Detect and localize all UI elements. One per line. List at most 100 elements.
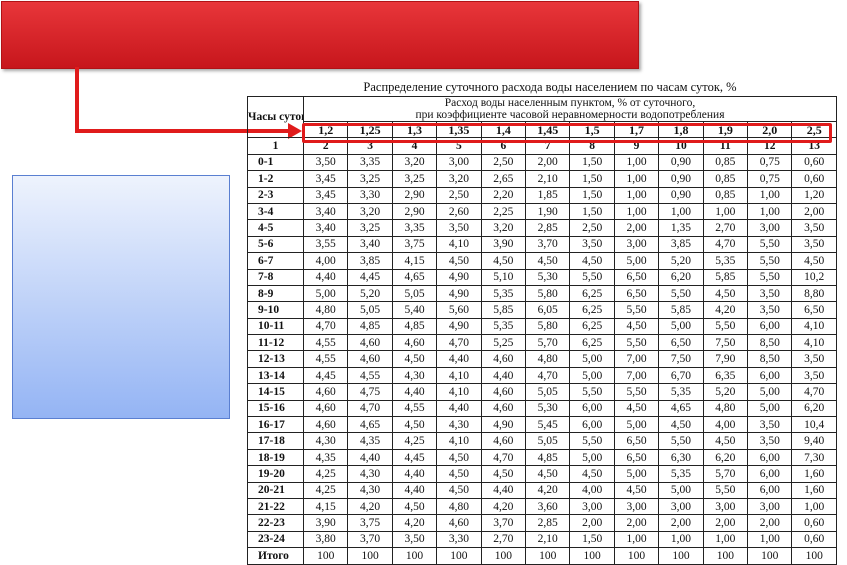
table-row: 15-16 4,60 4,70 4,55 4,40 4,60 5,30 6,00 4,50 4,6… xyxy=(247,399,837,418)
table-row: 1-2 3,45 3,25 3,25 3,20 2,65 2,10 1,50 1,00 0,90 0… xyxy=(247,170,837,188)
value-cell: 100 xyxy=(791,547,837,565)
value-cell: 0,85 xyxy=(702,170,749,188)
value-cell: 5,30 xyxy=(525,399,571,418)
value-cell: 4,30 xyxy=(347,481,393,499)
value-cell: 3,50 xyxy=(302,153,349,172)
coefficient-cell: 2,0 xyxy=(747,120,793,139)
value-cell: 4,30 xyxy=(436,416,482,434)
value-cell: 4,70 xyxy=(436,334,482,352)
value-cell: 5,00 xyxy=(613,252,660,270)
value-cell: 3,20 xyxy=(480,219,527,237)
table-row: 13-14 4,45 4,55 4,30 4,10 4,40 4,70 5,00 7,00 6,7… xyxy=(247,366,837,385)
value-cell: 5,80 xyxy=(525,284,571,303)
consumption-header-line1: Расход воды населенным пунктом, % от сут… xyxy=(444,97,696,110)
value-cell: 5,20 xyxy=(702,383,749,401)
value-cell: 2,00 xyxy=(613,219,660,237)
value-cell: 5,50 xyxy=(569,432,615,450)
column-number-cell: 13 xyxy=(791,137,837,155)
table-row: 4-5 3,40 3,25 3,35 3,50 3,20 2,85 2,50 2,00 1,35 2… xyxy=(247,219,837,237)
value-cell: 6,50 xyxy=(613,448,660,467)
hour-cell: 17-18 xyxy=(247,432,304,450)
value-cell: 4,20 xyxy=(480,497,527,516)
hour-cell: 13-14 xyxy=(247,366,304,385)
value-cell: 2,60 xyxy=(436,202,482,221)
value-cell: 3,00 xyxy=(436,153,482,172)
value-cell: 3,20 xyxy=(436,170,482,188)
value-cell: 6,00 xyxy=(569,416,615,434)
value-cell: 5,50 xyxy=(613,383,660,401)
value-cell: 3,80 xyxy=(302,530,349,549)
red-banner xyxy=(1,1,639,69)
value-cell: 8,50 xyxy=(747,334,793,352)
value-cell: 3,45 xyxy=(302,186,349,204)
value-cell: 4,50 xyxy=(391,416,438,434)
hour-cell: 23-24 xyxy=(247,530,304,549)
value-cell: 6,50 xyxy=(613,284,660,303)
value-cell: 6,50 xyxy=(791,301,837,319)
value-cell: 6,05 xyxy=(525,301,571,319)
value-cell: 4,70 xyxy=(302,317,349,336)
value-cell: 7,00 xyxy=(613,350,660,368)
value-cell: 3,25 xyxy=(347,170,393,188)
coefficient-cell: 1,45 xyxy=(525,120,571,139)
value-cell: 3,40 xyxy=(302,202,349,221)
value-cell: 5,05 xyxy=(391,284,438,303)
value-cell: 0,90 xyxy=(658,170,704,188)
value-cell: 3,25 xyxy=(347,219,393,237)
value-cell: 5,35 xyxy=(658,465,704,483)
value-cell: 5,40 xyxy=(391,301,438,319)
value-cell: 1,50 xyxy=(569,530,615,549)
value-cell: 2,00 xyxy=(569,514,615,532)
table-row: 5-6 3,55 3,40 3,75 4,10 3,90 3,70 3,50 3,00 3,85 4… xyxy=(247,235,837,254)
value-cell: 100 xyxy=(347,547,393,565)
table-row: 21-22 4,15 4,20 4,50 4,80 4,20 3,60 3,00 3,00 3,0… xyxy=(247,497,837,516)
value-cell: 4,80 xyxy=(436,497,482,516)
hour-cell: 21-22 xyxy=(247,497,304,516)
value-cell: 2,10 xyxy=(525,530,571,549)
value-cell: 4,00 xyxy=(702,416,749,434)
value-cell: 6,20 xyxy=(702,448,749,467)
value-cell: 4,20 xyxy=(702,301,749,319)
value-cell: 4,90 xyxy=(436,268,482,286)
value-cell: 100 xyxy=(391,547,438,565)
value-cell: 10,2 xyxy=(791,268,837,286)
value-cell: 6,70 xyxy=(658,366,704,385)
value-cell: 1,60 xyxy=(791,465,837,483)
value-cell: 8,80 xyxy=(791,284,837,303)
value-cell: 4,50 xyxy=(702,284,749,303)
value-cell: 2,20 xyxy=(480,186,527,204)
value-cell: 1,00 xyxy=(613,530,660,549)
value-cell: 5,10 xyxy=(480,268,527,286)
consumption-header-line2: при коэффициенте часовой неравномерности… xyxy=(415,109,725,121)
coefficient-cell: 1,25 xyxy=(347,120,393,139)
value-cell: 6,20 xyxy=(791,399,837,418)
value-cell: 5,45 xyxy=(525,416,571,434)
value-cell: 7,30 xyxy=(791,448,837,467)
value-cell: 4,60 xyxy=(480,350,527,368)
value-cell: 1,50 xyxy=(569,186,615,204)
value-cell: 2,00 xyxy=(613,514,660,532)
value-cell: 2,50 xyxy=(436,186,482,204)
value-cell: 2,50 xyxy=(480,153,527,172)
table-row: 22-23 3,90 3,75 4,20 4,60 3,70 2,85 2,00 2,00 2,0… xyxy=(247,514,837,532)
value-cell: 4,50 xyxy=(613,481,660,499)
value-cell: 2,70 xyxy=(480,530,527,549)
value-cell: 4,30 xyxy=(391,366,438,385)
value-cell: 3,30 xyxy=(436,530,482,549)
value-cell: 9,40 xyxy=(791,432,837,450)
table-row: 19-20 4,25 4,30 4,40 4,50 4,50 4,50 4,50 5,00 5,3… xyxy=(247,465,837,483)
value-cell: 4,50 xyxy=(791,252,837,270)
value-cell: 3,70 xyxy=(480,514,527,532)
value-cell: 0,60 xyxy=(791,530,837,549)
value-cell: 5,05 xyxy=(525,383,571,401)
value-cell: 5,50 xyxy=(747,268,793,286)
value-cell: 4,50 xyxy=(613,317,660,336)
value-cell: 4,25 xyxy=(302,481,349,499)
value-cell: 5,00 xyxy=(302,284,349,303)
value-cell: 6,50 xyxy=(613,268,660,286)
value-cell: 4,10 xyxy=(436,366,482,385)
value-cell: 4,20 xyxy=(525,481,571,499)
value-cell: 1,00 xyxy=(613,186,660,204)
value-cell: 6,00 xyxy=(569,399,615,418)
value-cell: 3,50 xyxy=(747,416,793,434)
